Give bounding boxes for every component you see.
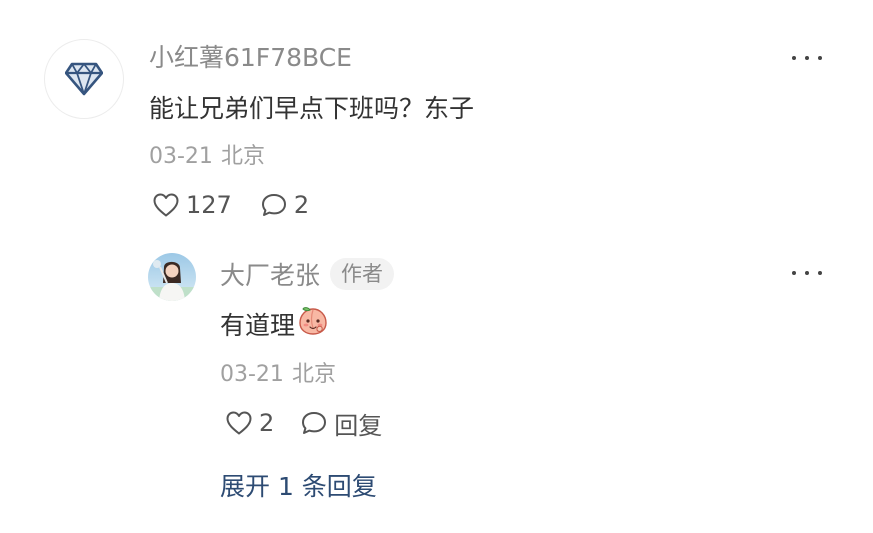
reply-author[interactable]: 大厂老张 — [220, 256, 320, 292]
heart-outline-icon — [226, 411, 252, 435]
author-badge: 作者 — [330, 258, 395, 290]
expand-replies-link[interactable]: 展开 1 条回复 — [220, 470, 377, 504]
ellipsis-icon — [792, 271, 796, 275]
more-options-button[interactable] — [792, 48, 822, 68]
reply-more-options-button[interactable] — [792, 263, 822, 283]
comment-date: 03-21 — [149, 144, 213, 169]
reply-count: 2 — [293, 191, 310, 219]
reply-like-count: 2 — [259, 409, 275, 437]
like-count: 127 — [186, 191, 232, 219]
comment-meta: 03-21 北京 — [149, 142, 265, 172]
comment-actions: 127 2 — [152, 188, 309, 222]
reply-button[interactable]: 2 — [260, 191, 309, 219]
reply-reply-button[interactable]: 回复 — [300, 406, 382, 441]
reply-like-button[interactable]: 2 — [225, 409, 274, 437]
comment-content[interactable]: 能让兄弟们早点下班吗？东子 — [149, 92, 474, 126]
ellipsis-icon — [792, 56, 796, 60]
avatar-reply[interactable] — [148, 253, 196, 301]
reply-author-row: 大厂老张 作者 — [220, 256, 395, 292]
heart-outline-icon — [153, 193, 179, 217]
like-button[interactable]: 127 — [152, 191, 232, 219]
comment-author[interactable]: 小红薯61F78BCE — [149, 42, 352, 74]
avatar-photo — [148, 253, 196, 301]
reply-location: 北京 — [291, 362, 336, 387]
reply-content-row[interactable]: 有道理 — [220, 306, 329, 346]
reply-content: 有道理 — [220, 311, 296, 340]
avatar-main[interactable] — [44, 39, 124, 119]
reply-date: 03-21 — [220, 362, 284, 387]
peach-face-emoji — [297, 306, 329, 346]
speech-bubble-icon — [261, 194, 286, 216]
speech-bubble-icon — [302, 412, 327, 434]
reply-actions: 2 回复 — [225, 406, 382, 440]
reply-label: 回复 — [334, 411, 383, 440]
comment-location: 北京 — [220, 144, 265, 169]
reply-meta: 03-21 北京 — [220, 360, 336, 390]
diamond-icon — [65, 62, 103, 96]
